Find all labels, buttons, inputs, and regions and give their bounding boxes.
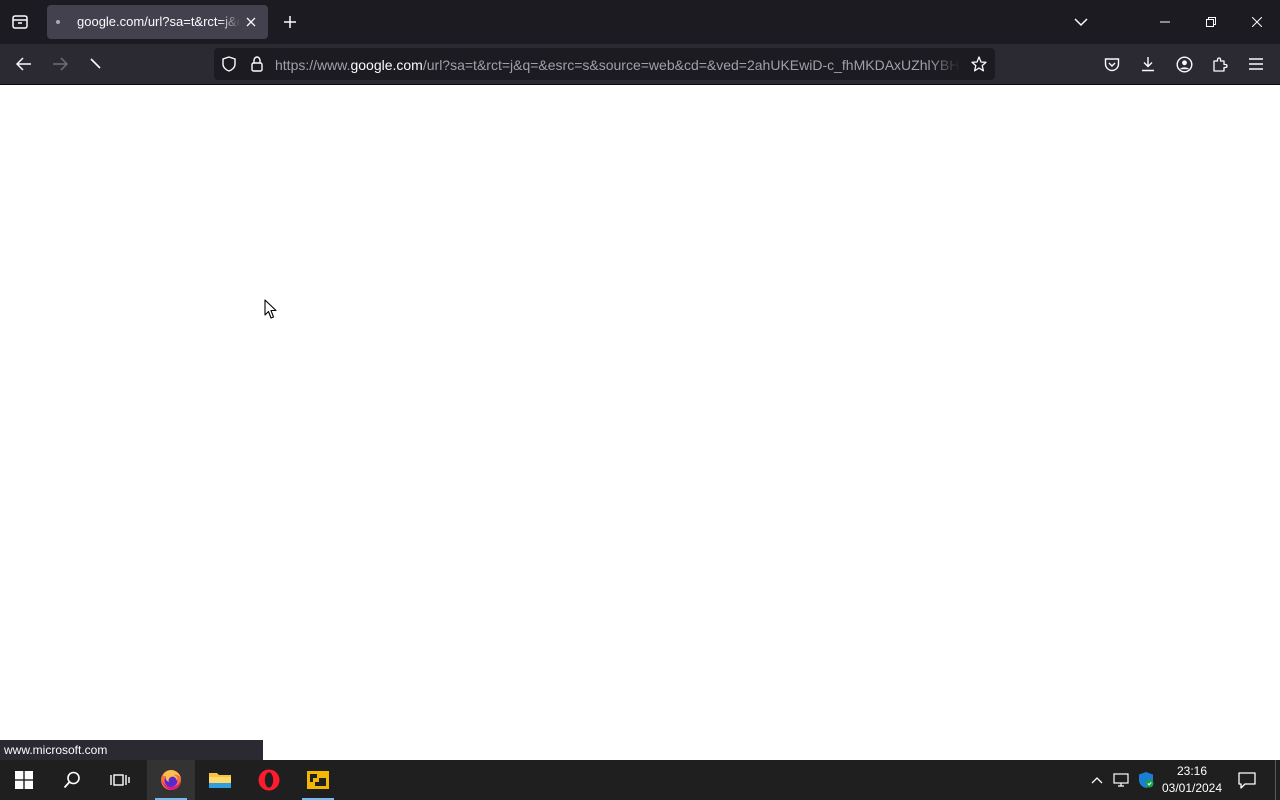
account-icon[interactable]: [1172, 52, 1196, 76]
url-host: google.com: [350, 57, 423, 73]
search-icon[interactable]: [48, 760, 96, 800]
url-fade: [930, 52, 960, 76]
url-prefix: https://www.: [275, 57, 351, 73]
tab-close-icon[interactable]: [243, 14, 259, 30]
forward-icon: [48, 52, 72, 76]
system-clock[interactable]: 23:16 03/01/2024: [1158, 763, 1226, 797]
list-all-tabs-icon[interactable]: [1070, 11, 1092, 33]
start-icon[interactable]: [0, 760, 48, 800]
task-view-icon[interactable]: [96, 760, 144, 800]
clock-time: 23:16: [1176, 764, 1208, 778]
firefox-view-icon[interactable]: [8, 10, 32, 34]
lock-icon[interactable]: [247, 54, 267, 74]
show-hidden-icons-icon[interactable]: [1088, 770, 1106, 790]
minimize-icon[interactable]: [1142, 0, 1188, 44]
loading-icon[interactable]: [84, 52, 108, 76]
downloads-icon[interactable]: [1136, 52, 1160, 76]
firefox-icon[interactable]: [147, 760, 195, 800]
status-panel: www.microsoft.com: [0, 740, 263, 760]
close-icon[interactable]: [1234, 0, 1280, 44]
url-path: /url?sa=t&rct=j&q=&esrc=s&source=web&cd=…: [422, 57, 959, 73]
new-tab-icon[interactable]: [279, 11, 301, 33]
notifications-icon[interactable]: [1236, 770, 1258, 790]
network-icon[interactable]: [1111, 770, 1131, 790]
back-icon[interactable]: [12, 52, 36, 76]
vmware-icon[interactable]: [294, 760, 342, 800]
extensions-icon[interactable]: [1208, 52, 1232, 76]
opera-icon[interactable]: [245, 760, 293, 800]
security-icon[interactable]: [1136, 770, 1156, 790]
url-text[interactable]: https://www.google.com/url?sa=t&rct=j&q=…: [275, 57, 959, 73]
show-desktop-button[interactable]: [1275, 760, 1276, 800]
tab-title-fade: [219, 8, 241, 36]
pocket-icon[interactable]: [1100, 52, 1124, 76]
bookmark-star-icon[interactable]: [968, 54, 990, 74]
page-content[interactable]: [0, 85, 1280, 760]
file-explorer-icon[interactable]: [196, 760, 244, 800]
menu-icon[interactable]: [1244, 52, 1268, 76]
tracking-shield-icon[interactable]: [219, 54, 239, 74]
restore-icon[interactable]: [1188, 0, 1234, 44]
tab-favicon: [56, 20, 60, 24]
tab-title: google.com/url?sa=t&rct=j&q=&esrc=s&sour…: [77, 14, 239, 29]
mouse-cursor-icon: [264, 299, 278, 325]
clock-date: 03/01/2024: [1161, 781, 1223, 795]
